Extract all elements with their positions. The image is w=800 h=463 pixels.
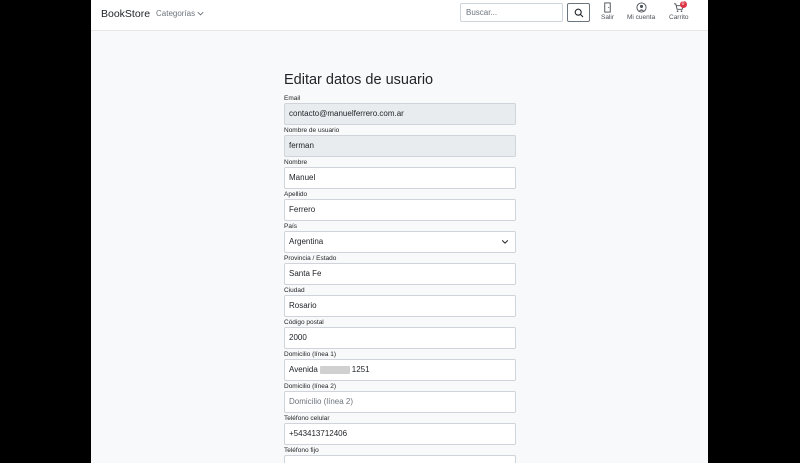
cart-label: Carrito — [669, 14, 689, 21]
cart-count-badge: 0 — [679, 1, 687, 8]
user-icon — [636, 2, 647, 13]
email-label: Email — [284, 95, 301, 102]
postal-code-field[interactable]: 2000 — [284, 327, 516, 349]
last-name-label: Apellido — [284, 191, 308, 198]
last-name-field[interactable]: Ferrero — [284, 199, 516, 221]
logout-label: Salir — [601, 14, 615, 21]
country-value: Argentina — [289, 237, 324, 246]
redacted-block — [319, 365, 350, 374]
door-icon — [604, 2, 611, 13]
search-input[interactable] — [460, 3, 563, 22]
account-link[interactable]: Mi cuenta — [627, 2, 655, 21]
search-button[interactable] — [567, 3, 590, 22]
country-label: País — [284, 223, 298, 230]
cart-link[interactable]: Carrito 0 — [669, 1, 689, 21]
address1-label: Domicilio (línea 1) — [284, 351, 337, 358]
city-label: Ciudad — [284, 287, 305, 294]
chevron-down-icon[interactable] — [196, 9, 205, 18]
edit-user-form: Editar datos de usuario Email contacto@m… — [284, 72, 516, 463]
navbar: BookStore Categorías Salir Mi cuenta Car… — [91, 0, 708, 31]
mobile-field[interactable]: +543413712406 — [284, 423, 516, 445]
username-label: Nombre de usuario — [284, 127, 340, 134]
country-select[interactable]: Argentina — [284, 231, 516, 253]
landline-label: Teléfono fijo — [284, 447, 319, 454]
mobile-label: Teléfono celular — [284, 415, 330, 422]
first-name-field[interactable]: Manuel — [284, 167, 516, 189]
address1-value-start: Avenida — [289, 365, 318, 374]
landline-field[interactable] — [284, 455, 516, 463]
account-label: Mi cuenta — [627, 14, 656, 21]
logout-link[interactable]: Salir — [601, 2, 614, 21]
page: BookStore Categorías Salir Mi cuenta Car… — [91, 0, 708, 463]
address1-field[interactable]: Avenida 1251 — [284, 359, 516, 381]
search-icon — [574, 8, 583, 17]
address2-placeholder: Domicilio (línea 2) — [289, 397, 354, 406]
address2-label: Domicilio (línea 2) — [284, 383, 337, 390]
chevron-down-icon — [501, 240, 509, 244]
city-field[interactable]: Rosario — [284, 295, 516, 317]
province-label: Provincia / Estado — [284, 255, 337, 262]
address2-field[interactable]: Domicilio (línea 2) — [284, 391, 516, 413]
first-name-label: Nombre — [284, 159, 308, 166]
email-field[interactable]: contacto@manuelferrero.com.ar — [284, 103, 516, 125]
address1-value-end: 1251 — [351, 365, 370, 374]
brand-logo[interactable]: BookStore — [101, 8, 150, 20]
username-field[interactable]: ferman — [284, 135, 516, 157]
categories-dropdown[interactable]: Categorías — [156, 9, 195, 18]
province-field[interactable]: Santa Fe — [284, 263, 516, 285]
page-title: Editar datos de usuario — [284, 72, 434, 88]
postal-code-label: Código postal — [284, 319, 324, 326]
